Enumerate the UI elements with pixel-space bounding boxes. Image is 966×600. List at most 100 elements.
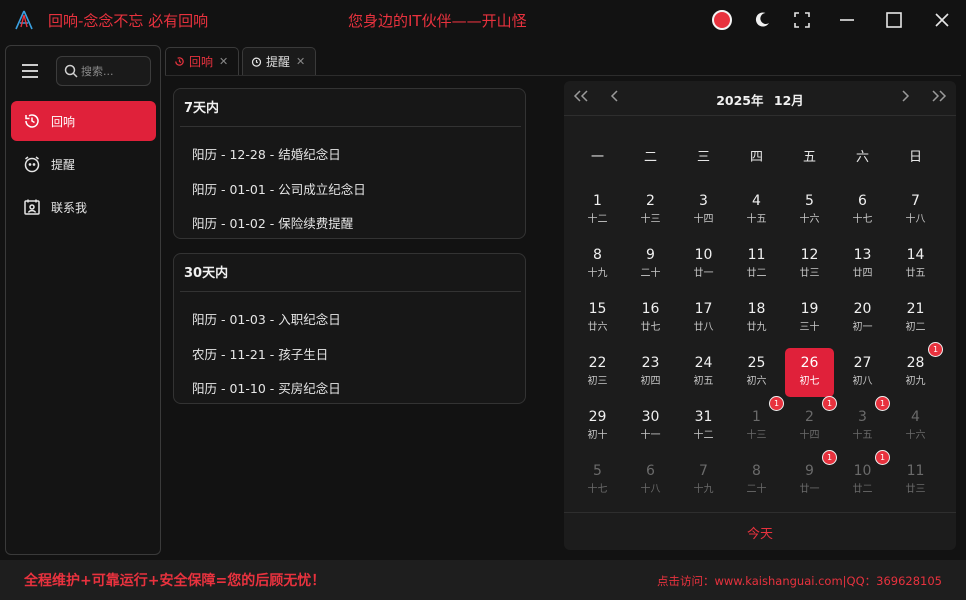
calendar-day[interactable]: 10 廿一: [679, 240, 728, 289]
calendar-day[interactable]: 19 三十: [785, 294, 834, 343]
calendar-day[interactable]: 27 初八: [838, 348, 887, 397]
calendar-day[interactable]: 6 十八: [626, 456, 675, 505]
calendar-day[interactable]: 5 十六: [785, 186, 834, 235]
tab-close-icon[interactable]: ✕: [296, 55, 305, 68]
lunar-date: 廿五: [905, 268, 926, 279]
calendar-day[interactable]: 8 二十: [732, 456, 781, 505]
sidebar-item-contact[interactable]: 联系我: [11, 187, 156, 227]
calendar-day[interactable]: 9 二十: [626, 240, 675, 289]
calendar-day[interactable]: 31 十二: [679, 402, 728, 451]
calendar-day[interactable]: 18 廿九: [732, 294, 781, 343]
calendar-day[interactable]: 24 初五: [679, 348, 728, 397]
list-item[interactable]: 阳历 - 01-01 - 公司成立纪念日: [192, 179, 366, 198]
calendar-day[interactable]: 2 十四 1: [785, 396, 837, 451]
calendar-day[interactable]: 13 廿四: [838, 240, 887, 289]
calendar-day[interactable]: 16 廿七: [626, 294, 675, 343]
day-number: 16: [641, 301, 660, 317]
tab-close-icon[interactable]: ✕: [219, 55, 228, 68]
close-button[interactable]: [929, 8, 955, 32]
record-button[interactable]: [709, 8, 735, 32]
calendar-day[interactable]: 10 廿二 1: [838, 450, 890, 505]
section-title: 30天内: [184, 266, 229, 281]
lunar-date: 十七: [587, 484, 608, 495]
lunar-date: 十七: [852, 214, 873, 225]
calendar-day[interactable]: 1 十三 1: [732, 396, 784, 451]
list-item[interactable]: 阳历 - 12-28 - 结婚纪念日: [192, 144, 341, 163]
minimize-button[interactable]: [834, 8, 860, 32]
calendar-day[interactable]: 12 廿三: [785, 240, 834, 289]
day-number: 29: [588, 409, 607, 425]
calendar-day[interactable]: 17 廿八: [679, 294, 728, 343]
calendar-day[interactable]: 5 十七: [573, 456, 622, 505]
footer-link[interactable]: 点击访问：www.kaishanguai.com|QQ：369628105: [657, 573, 942, 589]
calendar-day-selected[interactable]: 26 初七: [785, 348, 834, 397]
next-year-icon[interactable]: [930, 89, 948, 107]
calendar-day[interactable]: 3 十四: [679, 186, 728, 235]
day-number: 9: [805, 463, 814, 479]
calendar-day[interactable]: 4 十五: [732, 186, 781, 235]
lunar-date: 十三: [746, 430, 767, 441]
calendar-day[interactable]: 14 廿五: [891, 240, 940, 289]
calendar-day[interactable]: 23 初四: [626, 348, 675, 397]
lunar-date: 十四: [693, 214, 714, 225]
calendar-header: 2025年 12月: [564, 81, 956, 116]
lunar-date: 十八: [905, 214, 926, 225]
hamburger-menu-icon[interactable]: [20, 62, 40, 80]
record-icon: [712, 10, 732, 30]
calendar-day[interactable]: 2 十三: [626, 186, 675, 235]
calendar-day[interactable]: 11 廿三: [891, 456, 940, 505]
calendar-day[interactable]: 11 廿二: [732, 240, 781, 289]
lunar-date: 廿九: [746, 322, 767, 333]
calendar-day[interactable]: 7 十八: [891, 186, 940, 235]
list-item[interactable]: 阳历 - 01-02 - 保险续费提醒: [192, 213, 353, 232]
day-number: 17: [694, 301, 713, 317]
sidebar-item-label: 提醒: [51, 157, 76, 172]
lunar-date: 初七: [799, 376, 820, 387]
list-item[interactable]: 阳历 - 01-10 - 买房纪念日: [192, 378, 341, 397]
calendar-day[interactable]: 29 初十: [573, 402, 622, 451]
day-number: 1: [752, 409, 761, 425]
tab-huixiang[interactable]: 回响 ✕: [165, 47, 239, 75]
calendar-day[interactable]: 6 十七: [838, 186, 887, 235]
weekday-label: 三: [696, 150, 710, 165]
sidebar-item-huixiang[interactable]: 回响: [11, 101, 156, 141]
calendar-year[interactable]: 2025年: [716, 93, 763, 108]
maximize-button[interactable]: [881, 8, 907, 32]
next-month-icon[interactable]: [898, 89, 912, 107]
calendar-day[interactable]: 30 十一: [626, 402, 675, 451]
list-item[interactable]: 阳历 - 01-03 - 入职纪念日: [192, 309, 341, 328]
calendar-day[interactable]: 22 初三: [573, 348, 622, 397]
calendar-day[interactable]: 7 十九: [679, 456, 728, 505]
app-title: 回响-念念不忘 必有回响: [48, 12, 209, 30]
calendar-day[interactable]: 4 十六: [891, 402, 940, 451]
tab-reminder[interactable]: 提醒 ✕: [242, 47, 316, 75]
day-number: 8: [593, 247, 602, 263]
calendar-day[interactable]: 28 初九 1: [891, 342, 943, 397]
divider: [180, 126, 521, 127]
footer-tagline: 全程维护+可靠运行+安全保障=您的后顾无忧！: [24, 573, 326, 589]
calendar-day[interactable]: 25 初六: [732, 348, 781, 397]
theme-toggle-button[interactable]: [749, 8, 775, 32]
list-item[interactable]: 农历 - 11-21 - 孩子生日: [192, 344, 328, 363]
calendar-day[interactable]: 15 廿六: [573, 294, 622, 343]
calendar-day[interactable]: 8 十九: [573, 240, 622, 289]
calendar-day[interactable]: 1 十二: [573, 186, 622, 235]
calendar-day[interactable]: 9 廿一 1: [785, 450, 837, 505]
search-input[interactable]: [81, 62, 147, 80]
clock-icon: [25, 114, 39, 128]
fullscreen-button[interactable]: [789, 8, 815, 32]
today-button[interactable]: 今天: [564, 523, 956, 542]
calendar-day[interactable]: 3 十五 1: [838, 396, 890, 451]
lunar-date: 十二: [693, 430, 714, 441]
calendar-day[interactable]: 20 初一: [838, 294, 887, 343]
calendar-month[interactable]: 12月: [774, 93, 804, 108]
sidebar-item-reminder[interactable]: 提醒: [11, 144, 156, 184]
day-number: 10: [853, 463, 872, 479]
divider: [180, 291, 521, 292]
weekday-label: 四: [749, 150, 763, 165]
calendar-day[interactable]: 21 初二: [891, 294, 940, 343]
lunar-date: 廿三: [799, 268, 820, 279]
lunar-date: 十一: [640, 430, 661, 441]
calendar-footer: 今天: [564, 512, 956, 550]
lunar-date: 十六: [799, 214, 820, 225]
